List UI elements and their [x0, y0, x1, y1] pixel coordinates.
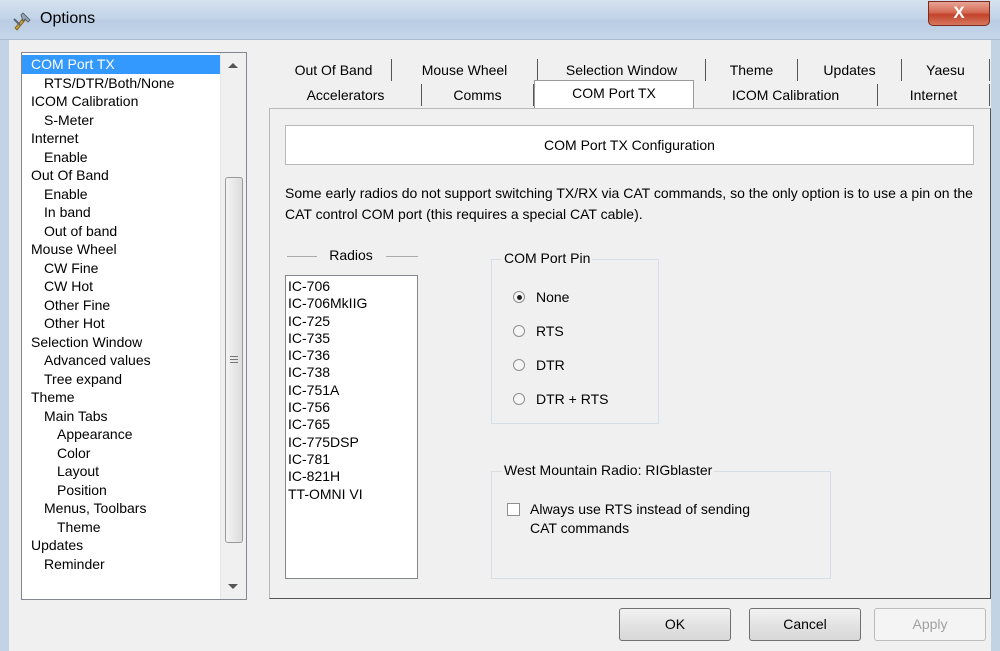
rts-checkbox-label-1[interactable]: Always use RTS instead of sending — [530, 500, 750, 518]
radio-list-item[interactable]: TT-OMNI VI — [288, 486, 415, 503]
radio-label: DTR — [536, 357, 565, 373]
tree-item[interactable]: Updates — [22, 536, 222, 555]
radio-button-icon — [513, 393, 525, 405]
radio-list-item[interactable]: IC-735 — [288, 330, 415, 347]
scroll-down-arrow-icon[interactable] — [228, 584, 238, 589]
tree-item[interactable]: RTS/DTR/Both/None — [22, 74, 222, 93]
radio-dtr-rts[interactable]: DTR + RTS — [513, 390, 608, 408]
radio-button-icon — [513, 291, 525, 303]
tree-item[interactable]: Internet — [22, 129, 222, 148]
tree-item[interactable]: Mouse Wheel — [22, 240, 222, 259]
com-port-pin-title: COM Port Pin — [502, 250, 593, 266]
tree-item[interactable]: Menus, Toolbars — [22, 499, 222, 518]
radio-list-item[interactable]: IC-725 — [288, 313, 415, 330]
tree-item[interactable]: S-Meter — [22, 111, 222, 130]
tree-scrollbar[interactable] — [220, 53, 246, 599]
tree-item[interactable]: Selection Window — [22, 333, 222, 352]
title-bar: Options X — [0, 0, 1000, 40]
tree-item[interactable]: CW Hot — [22, 277, 222, 296]
radio-list-item[interactable]: IC-706 — [288, 278, 415, 295]
tree-item[interactable]: In band — [22, 203, 222, 222]
tree-item[interactable]: Reminder — [22, 555, 222, 574]
options-tree[interactable]: COM Port TX RTS/DTR/Both/None ICOM Calibra… — [21, 52, 247, 600]
grip-line — [230, 362, 238, 363]
radio-list-item[interactable]: IC-736 — [288, 347, 415, 364]
scroll-thumb[interactable] — [225, 177, 243, 543]
tree-item[interactable]: CW Fine — [22, 259, 222, 278]
radio-label: RTS — [536, 323, 564, 339]
radio-selected-dot-icon — [517, 295, 522, 300]
window-title: Options — [40, 10, 96, 27]
radio-list-item[interactable]: IC-756 — [288, 399, 415, 416]
radio-rts[interactable]: RTS — [513, 322, 564, 340]
tree-item[interactable]: Out Of Band — [22, 166, 222, 185]
tree-item[interactable]: Position — [22, 481, 222, 500]
radio-list-item[interactable]: IC-751A — [288, 382, 415, 399]
radio-list-item[interactable]: IC-706MkIIG — [288, 295, 415, 312]
tab-internet[interactable]: Internet — [878, 84, 990, 106]
tree-item[interactable]: Theme — [22, 518, 222, 537]
config-header: COM Port TX Configuration — [285, 125, 974, 165]
description-text: Some early radios do not support switchi… — [285, 185, 973, 222]
tree-item[interactable]: Main Tabs — [22, 407, 222, 426]
tree-item[interactable]: ICOM Calibration — [22, 92, 222, 111]
tree-item[interactable]: Other Fine — [22, 296, 222, 315]
tree-item[interactable]: Layout — [22, 462, 222, 481]
radios-label-rule — [386, 256, 418, 257]
radio-list-item[interactable]: IC-765 — [288, 416, 415, 433]
tree-item[interactable]: Out of band — [22, 222, 222, 241]
tab-updates[interactable]: Updates — [798, 59, 902, 81]
tab-icom-calibration[interactable]: ICOM Calibration — [694, 84, 878, 106]
radios-listbox[interactable]: IC-706 IC-706MkIIG IC-725 IC-735 IC-736 IC-73… — [285, 275, 418, 579]
radio-list-item[interactable]: IC-738 — [288, 364, 415, 381]
grip-line — [230, 359, 238, 360]
tree-item[interactable]: Tree expand — [22, 370, 222, 389]
ok-button[interactable]: OK — [619, 608, 731, 641]
tab-mouse-wheel[interactable]: Mouse Wheel — [392, 59, 538, 81]
radio-label: None — [536, 289, 570, 305]
radio-dtr[interactable]: DTR — [513, 356, 565, 374]
radio-button-icon — [513, 359, 525, 371]
window-frame-left — [0, 40, 9, 651]
tab-comms[interactable]: Comms — [422, 84, 534, 106]
tree-item[interactable]: COM Port TX — [22, 55, 222, 74]
radio-button-icon — [513, 325, 525, 337]
scroll-up-arrow-icon[interactable] — [228, 63, 238, 68]
rigblaster-title: West Mountain Radio: RIGblaster — [502, 462, 715, 478]
tab-out-of-band[interactable]: Out Of Band — [276, 59, 392, 81]
tree-item[interactable]: Color — [22, 444, 222, 463]
rts-checkbox[interactable] — [507, 503, 520, 516]
tree-list: COM Port TX RTS/DTR/Both/None ICOM Calibra… — [22, 55, 222, 573]
grip-line — [230, 356, 238, 357]
radio-list-item[interactable]: IC-775DSP — [288, 434, 415, 451]
tree-item[interactable]: Advanced values — [22, 351, 222, 370]
tab-accelerators[interactable]: Accelerators — [270, 84, 422, 106]
options-app-icon — [13, 12, 31, 31]
tab-yaesu[interactable]: Yaesu — [902, 59, 990, 81]
tree-item[interactable]: Enable — [22, 185, 222, 204]
tab-theme[interactable]: Theme — [706, 59, 798, 81]
radios-label: Radios — [329, 247, 373, 263]
tree-item[interactable]: Appearance — [22, 425, 222, 444]
window-frame-right — [991, 40, 1000, 651]
radio-list-item[interactable]: IC-821H — [288, 468, 415, 485]
tree-item[interactable]: Theme — [22, 388, 222, 407]
radio-label: DTR + RTS — [536, 391, 609, 407]
apply-button[interactable]: Apply — [874, 608, 986, 641]
radio-list-item[interactable]: IC-781 — [288, 451, 415, 468]
tree-item[interactable]: Enable — [22, 148, 222, 167]
radio-none[interactable]: None — [513, 288, 569, 306]
cancel-button[interactable]: Cancel — [749, 608, 861, 641]
tab-selection-window[interactable]: Selection Window — [538, 59, 706, 81]
rts-checkbox-label-2[interactable]: CAT commands — [530, 519, 629, 537]
tab-com-port-tx[interactable]: COM Port TX — [534, 80, 694, 108]
close-button[interactable]: X — [928, 1, 990, 26]
tree-item[interactable]: Other Hot — [22, 314, 222, 333]
